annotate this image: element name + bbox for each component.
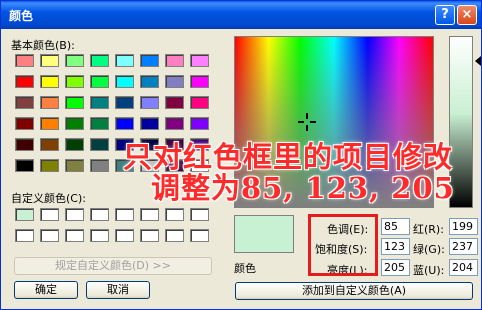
basic-color-swatch[interactable] [190,54,209,67]
add-to-custom-colors-button[interactable]: 添加到自定义颜色(A) [235,282,473,300]
basic-color-swatch[interactable] [90,75,109,88]
red-field[interactable]: 199 [449,218,478,235]
basic-color-swatch[interactable] [65,96,84,109]
color-preview [234,215,294,253]
highlight-box [308,214,378,276]
basic-color-swatch[interactable] [190,75,209,88]
crosshair-icon [298,113,316,131]
basic-color-swatch[interactable] [165,96,184,109]
window-title: 颜色 [9,9,34,23]
basic-color-swatch[interactable] [65,138,84,151]
basic-colors-label: 基本颜色(B): [11,39,75,52]
basic-color-swatch[interactable] [15,138,34,151]
green-field[interactable]: 237 [449,238,478,255]
define-custom-colors-button[interactable]: 规定自定义颜色(D) >> [14,257,212,275]
custom-color-swatch[interactable] [165,229,184,242]
custom-color-swatch[interactable] [140,229,159,242]
luminance-arrow-icon[interactable] [475,56,481,66]
basic-color-swatch[interactable] [90,117,109,130]
basic-color-swatch[interactable] [40,117,59,130]
basic-color-swatch[interactable] [15,96,34,109]
basic-color-swatch[interactable] [190,96,209,109]
custom-color-swatch[interactable] [90,208,109,221]
custom-color-swatch[interactable] [65,208,84,221]
help-button[interactable]: ? [435,5,455,25]
basic-color-swatch[interactable] [90,96,109,109]
basic-color-swatch[interactable] [40,96,59,109]
basic-color-swatch[interactable] [65,75,84,88]
custom-color-swatch[interactable] [115,229,134,242]
basic-color-swatch[interactable] [140,96,159,109]
blue-field[interactable]: 204 [449,259,478,276]
basic-color-swatch[interactable] [115,54,134,67]
title-bar[interactable]: 颜色 ? × [1,1,481,29]
close-button[interactable]: × [457,5,477,25]
basic-color-swatch[interactable] [140,54,159,67]
luminance-field[interactable]: 205 [381,259,410,276]
basic-color-swatch[interactable] [165,75,184,88]
custom-color-swatch[interactable] [40,208,59,221]
basic-color-swatch[interactable] [165,117,184,130]
saturation-field[interactable]: 123 [381,238,410,255]
basic-color-swatch[interactable] [65,159,84,172]
custom-color-swatch[interactable] [90,229,109,242]
basic-color-swatch[interactable] [15,75,34,88]
basic-color-swatch[interactable] [40,75,59,88]
basic-color-swatch[interactable] [115,117,134,130]
basic-color-swatch[interactable] [90,159,109,172]
basic-color-swatch[interactable] [140,75,159,88]
preview-label: 颜色 [234,262,256,275]
basic-color-swatch[interactable] [40,138,59,151]
custom-color-swatch[interactable] [40,229,59,242]
green-label: 绿(G): [413,243,445,256]
custom-color-swatch[interactable] [140,208,159,221]
custom-color-swatch[interactable] [190,208,209,221]
basic-color-swatch[interactable] [15,117,34,130]
color-dialog: 颜色 ? × 基本颜色(B): 自定义颜色(C): 规定自定义颜色(D) >> … [0,0,482,310]
ok-button[interactable]: 确定 [14,281,78,299]
basic-color-swatch[interactable] [115,75,134,88]
basic-color-swatch[interactable] [90,54,109,67]
red-label: 红(R): [413,223,444,236]
custom-color-swatch[interactable] [165,208,184,221]
basic-color-swatch[interactable] [190,117,209,130]
basic-color-swatch[interactable] [40,54,59,67]
basic-color-swatch[interactable] [65,54,84,67]
hue-field[interactable]: 85 [381,218,410,235]
blue-label: 蓝(U): [413,264,445,277]
basic-color-swatch[interactable] [90,138,109,151]
custom-color-swatch[interactable] [15,229,34,242]
basic-color-swatch[interactable] [65,117,84,130]
basic-color-swatch[interactable] [165,54,184,67]
basic-color-swatch[interactable] [140,117,159,130]
basic-color-swatch[interactable] [40,159,59,172]
custom-color-swatch[interactable] [65,229,84,242]
custom-colors-grid [15,208,209,242]
basic-color-swatch[interactable] [15,159,34,172]
basic-color-swatch[interactable] [115,96,134,109]
annotation-line-2: 调整为85, 123, 205 [151,171,455,205]
custom-color-swatch[interactable] [15,208,34,221]
basic-color-swatch[interactable] [15,54,34,67]
custom-color-swatch[interactable] [115,208,134,221]
custom-colors-label: 自定义颜色(C): [11,192,86,205]
custom-color-swatch[interactable] [190,229,209,242]
cancel-button[interactable]: 取消 [86,281,150,299]
